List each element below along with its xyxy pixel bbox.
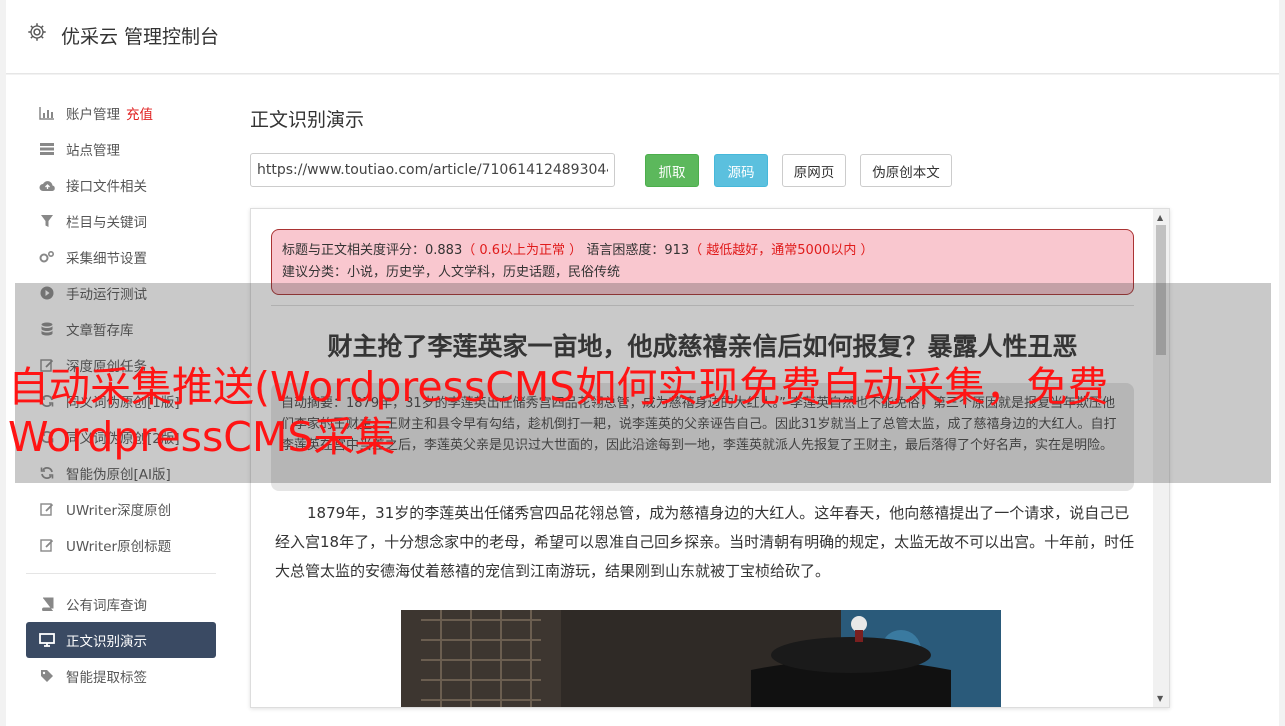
monitor-icon <box>38 631 56 649</box>
sidebar-divider <box>26 573 216 574</box>
original-page-button[interactable]: 原网页 <box>782 154 846 187</box>
score-hint: （ 0.6以上为正常 ） <box>462 243 583 258</box>
sidebar-item-smart-tags[interactable]: 智能提取标签 <box>26 658 216 694</box>
sidebar-item-label: 站点管理 <box>66 143 120 159</box>
filter-icon <box>38 212 56 230</box>
sidebar-item-label: 栏目与关键词 <box>66 215 147 231</box>
scroll-down-icon[interactable]: ▼ <box>1157 694 1163 703</box>
score-label: 标题与正文相关度评分：0.883 <box>282 243 463 258</box>
article-image <box>401 610 1001 707</box>
sidebar-item-uwriter-title[interactable]: UWriter原创标题 <box>26 527 216 563</box>
recharge-link[interactable]: 充值 <box>126 103 153 123</box>
fetch-button[interactable]: 抓取 <box>645 154 699 187</box>
top-bar: 优采云 管理控制台 <box>6 0 1279 74</box>
sidebar-item-uwriter-deep[interactable]: UWriter深度原创 <box>26 491 216 527</box>
sidebar-item-label: UWriter原创标题 <box>66 539 172 555</box>
book-icon <box>38 595 56 613</box>
app-title: 优采云 管理控制台 <box>61 26 220 48</box>
bar-chart-icon <box>38 104 56 122</box>
sidebar-item-text-recognition[interactable]: 正文识别演示 <box>26 622 216 658</box>
url-input[interactable] <box>250 153 615 187</box>
perplexity-hint: （ 越低越好，通常5000以内 ） <box>689 243 874 258</box>
sidebar-item-account[interactable]: 账户管理 充值 <box>26 95 216 131</box>
sidebar-item-interface[interactable]: 接口文件相关 <box>26 167 216 203</box>
category-text: 建议分类：小说，历史学，人文学科，历史话题，民俗传统 <box>282 265 621 280</box>
perplexity-label: 语言困惑度：913 <box>586 243 690 258</box>
edit-icon <box>38 536 56 554</box>
page-title: 正文识别演示 <box>250 109 365 131</box>
sidebar-item-label: 公有词库查询 <box>66 598 147 614</box>
pseudo-original-button[interactable]: 伪原创本文 <box>860 154 952 187</box>
sidebar-item-label: 采集细节设置 <box>66 251 147 267</box>
source-button[interactable]: 源码 <box>714 154 768 187</box>
sidebar-item-sites[interactable]: 站点管理 <box>26 131 216 167</box>
sidebar-item-label: 接口文件相关 <box>66 179 147 195</box>
sidebar-item-label: 账户管理 <box>66 107 120 123</box>
sidebar-item-columns[interactable]: 栏目与关键词 <box>26 203 216 239</box>
sidebar-item-label: UWriter深度原创 <box>66 503 172 519</box>
sidebar-item-collect-settings[interactable]: 采集细节设置 <box>26 239 216 275</box>
cloud-upload-icon <box>38 176 56 194</box>
sidebar-item-label: 智能提取标签 <box>66 670 147 686</box>
cogs-icon <box>38 248 56 266</box>
edit-icon <box>38 500 56 518</box>
scroll-up-icon[interactable]: ▲ <box>1157 213 1163 222</box>
watermark-text: 自动采集推送(WordpressCMS如何实现免费自动采集，免费Wordpres… <box>8 363 1109 461</box>
gear-icon <box>28 23 46 41</box>
server-icon <box>38 140 56 158</box>
article-paragraph: 1879年，31岁的李莲英出任储秀宫四品花翎总管，成为慈禧身边的大红人。这年春天… <box>275 504 1135 580</box>
sidebar-item-public-dict[interactable]: 公有词库查询 <box>26 586 216 622</box>
sidebar-item-label: 正文识别演示 <box>66 634 147 650</box>
tag-icon <box>38 667 56 685</box>
